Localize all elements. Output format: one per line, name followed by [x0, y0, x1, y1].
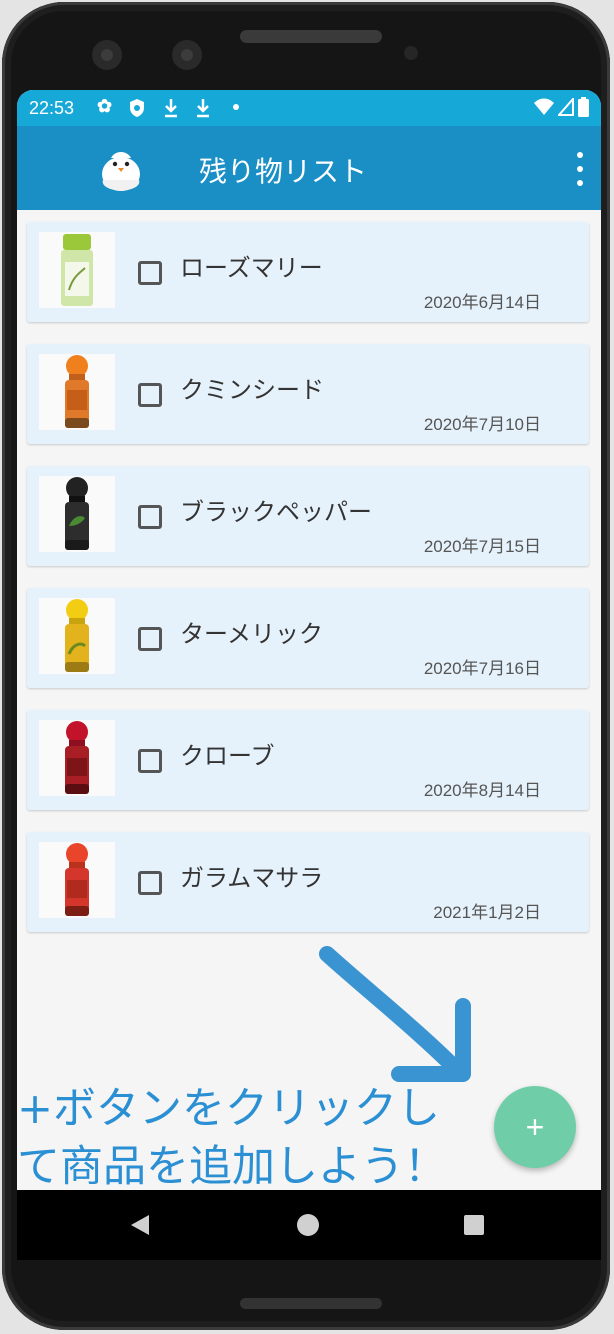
spice-bottle-image: [39, 476, 115, 552]
item-name: ターメリック: [180, 620, 324, 648]
dot-icon: [233, 104, 239, 110]
list-item[interactable]: ガラムマサラ 2021年1月2日: [27, 832, 589, 932]
list-item[interactable]: クローブ 2020年8月14日: [27, 710, 589, 810]
item-checkbox[interactable]: [138, 749, 162, 773]
front-camera-icon: [172, 40, 202, 70]
item-date: 2020年7月16日: [423, 659, 541, 678]
hint-arrow-icon: [319, 946, 471, 1082]
status-time: 22:53: [29, 98, 75, 118]
hint-line-1: +ボタンをクリックし: [17, 1084, 441, 1134]
signal-icon: [558, 98, 574, 116]
download-icon: [165, 99, 177, 118]
item-name: ローズマリー: [180, 254, 323, 282]
spice-bottle-image: [39, 598, 115, 674]
item-date: 2020年8月14日: [423, 781, 541, 800]
recents-icon[interactable]: [464, 1215, 484, 1235]
front-camera-icon: [92, 40, 122, 70]
status-right-icons: [534, 97, 589, 117]
battery-icon: [578, 97, 589, 117]
spice-bottle-image: [39, 354, 115, 430]
list-item[interactable]: クミンシード 2020年7月10日: [27, 344, 589, 444]
list-item[interactable]: ブラックペッパー 2020年7月15日: [27, 466, 589, 566]
item-name: クミンシード: [180, 376, 324, 404]
item-name: ガラムマサラ: [180, 864, 324, 892]
item-checkbox[interactable]: [138, 261, 162, 285]
list-item[interactable]: ターメリック 2020年7月16日: [27, 588, 589, 688]
spice-bottle-image: [39, 842, 115, 918]
spice-bottle-image: [39, 232, 115, 308]
list-item[interactable]: ローズマリー 2020年6月14日: [27, 222, 589, 322]
app-title: 残り物リスト: [199, 155, 368, 188]
gear-icon: ✿: [97, 96, 113, 116]
item-date: 2020年7月15日: [423, 537, 541, 556]
app-bar: 残り物リスト: [17, 126, 601, 210]
shield-icon: [130, 99, 144, 117]
status-bar: 22:53 ✿: [17, 90, 601, 126]
spice-bottle-image: [39, 720, 115, 796]
item-date: 2020年6月14日: [423, 293, 541, 312]
item-checkbox[interactable]: [138, 505, 162, 529]
item-date: 2021年1月2日: [433, 903, 541, 922]
bird-icon: [102, 152, 140, 191]
item-checkbox[interactable]: [138, 383, 162, 407]
home-icon[interactable]: [297, 1214, 319, 1236]
wifi-icon: [534, 98, 554, 115]
item-checkbox[interactable]: [138, 871, 162, 895]
download-icon: [197, 99, 209, 118]
more-vert-icon[interactable]: [573, 152, 587, 186]
navigation-bar: [17, 1190, 601, 1260]
proximity-sensor: [404, 46, 418, 60]
bottom-speaker: [240, 1298, 382, 1309]
item-checkbox[interactable]: [138, 627, 162, 651]
item-list: ローズマリー 2020年6月14日 クミンシード 2020年7月10日 ブラック…: [27, 222, 589, 954]
item-name: ブラックペッパー: [180, 498, 372, 526]
hint-line-2: て商品を追加しよう！: [17, 1142, 447, 1192]
item-name: クローブ: [180, 742, 275, 770]
earpiece-speaker: [240, 30, 382, 43]
app-screen: 22:53 ✿ 残り物リスト ローズマリー 2020年6月14日 クミンシード …: [17, 90, 601, 1258]
back-icon[interactable]: [129, 1214, 151, 1236]
item-date: 2020年7月10日: [423, 415, 541, 434]
hint-annotation: +ボタンをクリックし て商品を追加しよう！: [17, 1080, 517, 1196]
